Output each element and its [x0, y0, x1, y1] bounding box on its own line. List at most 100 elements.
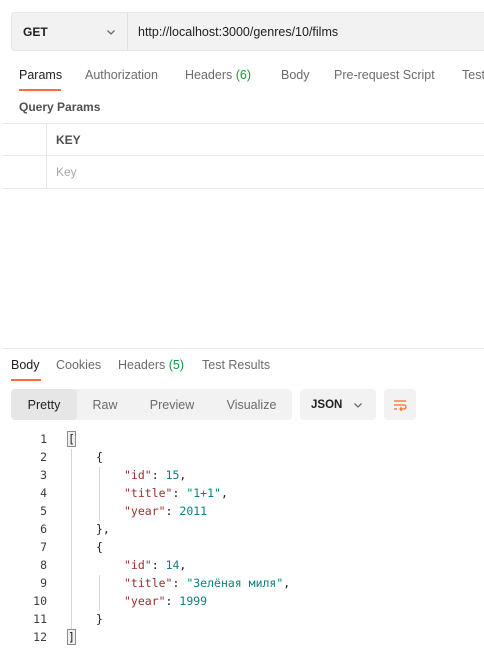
tab-authorization[interactable]: Authorization [85, 68, 158, 82]
json-token: 14 [165, 558, 180, 572]
wrap-lines-icon [394, 399, 407, 411]
line-number: 1 [40, 432, 47, 446]
code-line: 7{ [0, 539, 484, 557]
json-token: : [165, 504, 180, 518]
tab-response-headers[interactable]: Headers (5) [118, 358, 184, 372]
code-text: [ [67, 431, 76, 447]
view-preview-button[interactable]: Preview [133, 389, 211, 420]
response-tabs: Body Cookies Headers (5) Test Results [0, 352, 484, 382]
tab-pre-request-script[interactable]: Pre-request Script [334, 68, 435, 82]
code-line: 12] [0, 629, 484, 647]
method-select[interactable]: GET [12, 13, 128, 50]
code-line: 9 "title": "Зелёная миля", [0, 575, 484, 593]
indent-guide [71, 449, 72, 629]
view-visualize-button[interactable]: Visualize [211, 389, 292, 420]
json-token: [ [67, 431, 76, 447]
code-line: 8 "id": 14, [0, 557, 484, 575]
json-token: : [165, 594, 180, 608]
checkbox-column [3, 124, 47, 155]
line-number: 9 [40, 576, 47, 590]
json-token: 15 [165, 468, 180, 482]
active-response-tab-indicator [11, 379, 41, 381]
code-text: ] [67, 629, 76, 645]
json-token: "Зелёная миля" [186, 576, 284, 590]
line-number: 5 [40, 504, 47, 518]
json-token: "year" [124, 594, 166, 608]
format-select[interactable]: JSON [300, 389, 376, 420]
chevron-down-icon [354, 402, 362, 408]
json-token: { [96, 540, 103, 554]
code-text: "id": 15, [124, 468, 186, 482]
code-line: 11} [0, 611, 484, 629]
tab-response-body[interactable]: Body [11, 358, 40, 372]
json-token: "title" [124, 576, 173, 590]
line-number: 6 [40, 522, 47, 536]
tab-headers[interactable]: Headers (6) [185, 68, 251, 82]
code-text: { [96, 450, 103, 464]
line-number: 12 [33, 630, 47, 644]
json-token: 1999 [179, 594, 208, 608]
params-table: KEY Key [3, 123, 484, 189]
line-number: 11 [33, 612, 47, 626]
code-line: 1[ [0, 431, 484, 449]
json-token: "id" [124, 558, 152, 572]
tab-params[interactable]: Params [19, 68, 62, 82]
tab-test-results[interactable]: Test Results [202, 358, 270, 372]
json-token: } [96, 612, 103, 626]
code-text: "title": "Зелёная миля", [124, 576, 290, 590]
json-token: }, [96, 522, 110, 536]
url-input[interactable]: http://localhost:3000/genres/10/films [128, 13, 484, 50]
code-line: 10 "year": 1999 [0, 593, 484, 611]
tab-tests[interactable]: Tests [462, 68, 484, 82]
active-tab-indicator [19, 89, 61, 91]
json-token: "title" [124, 486, 173, 500]
row-checkbox[interactable] [3, 156, 47, 188]
view-mode-selector: Pretty Raw Preview Visualize [11, 389, 292, 420]
url-text: http://localhost:3000/genres/10/films [138, 24, 339, 39]
code-text: "id": 14, [124, 558, 186, 572]
indent-guide [99, 467, 100, 521]
indent-guide [99, 575, 100, 611]
code-text: }, [96, 522, 110, 536]
query-params-title: Query Params [19, 100, 101, 114]
json-token: , [179, 558, 187, 572]
line-number: 3 [40, 468, 47, 482]
json-token: : [151, 468, 166, 482]
chevron-down-icon [107, 29, 115, 35]
line-number: 10 [33, 594, 47, 608]
pane-divider[interactable] [3, 348, 484, 349]
line-number: 8 [40, 558, 47, 572]
params-empty-row: Key [3, 156, 484, 189]
response-headers-count: (5) [168, 358, 185, 372]
request-bar: GET http://localhost:3000/genres/10/film… [11, 12, 484, 51]
code-line: 5 "year": 2011 [0, 503, 484, 521]
code-text: "year": 2011 [124, 504, 207, 518]
view-raw-button[interactable]: Raw [77, 389, 133, 420]
method-label: GET [23, 24, 48, 39]
json-token: : [172, 486, 187, 500]
json-token: ] [67, 629, 76, 645]
format-label: JSON [311, 398, 343, 411]
headers-count: (6) [235, 68, 252, 82]
json-token: 2011 [179, 504, 208, 518]
params-header-row: KEY [3, 123, 484, 156]
column-key: KEY [56, 132, 81, 147]
view-pretty-button[interactable]: Pretty [11, 389, 77, 420]
json-token: { [96, 450, 103, 464]
code-text: "year": 1999 [124, 594, 207, 608]
json-token: : [151, 558, 166, 572]
wrap-lines-button[interactable] [384, 389, 416, 420]
tab-body[interactable]: Body [281, 68, 310, 82]
key-input[interactable]: Key [47, 156, 484, 188]
line-number: 2 [40, 450, 47, 464]
json-token: "year" [124, 504, 166, 518]
code-text: "title": "1+1", [124, 486, 228, 500]
tab-cookies[interactable]: Cookies [56, 358, 101, 372]
json-token: , [179, 468, 187, 482]
json-token: , [220, 486, 228, 500]
code-text: } [96, 612, 103, 626]
line-number: 4 [40, 486, 47, 500]
line-number: 7 [40, 540, 47, 554]
code-line: 6}, [0, 521, 484, 539]
json-token: "id" [124, 468, 152, 482]
